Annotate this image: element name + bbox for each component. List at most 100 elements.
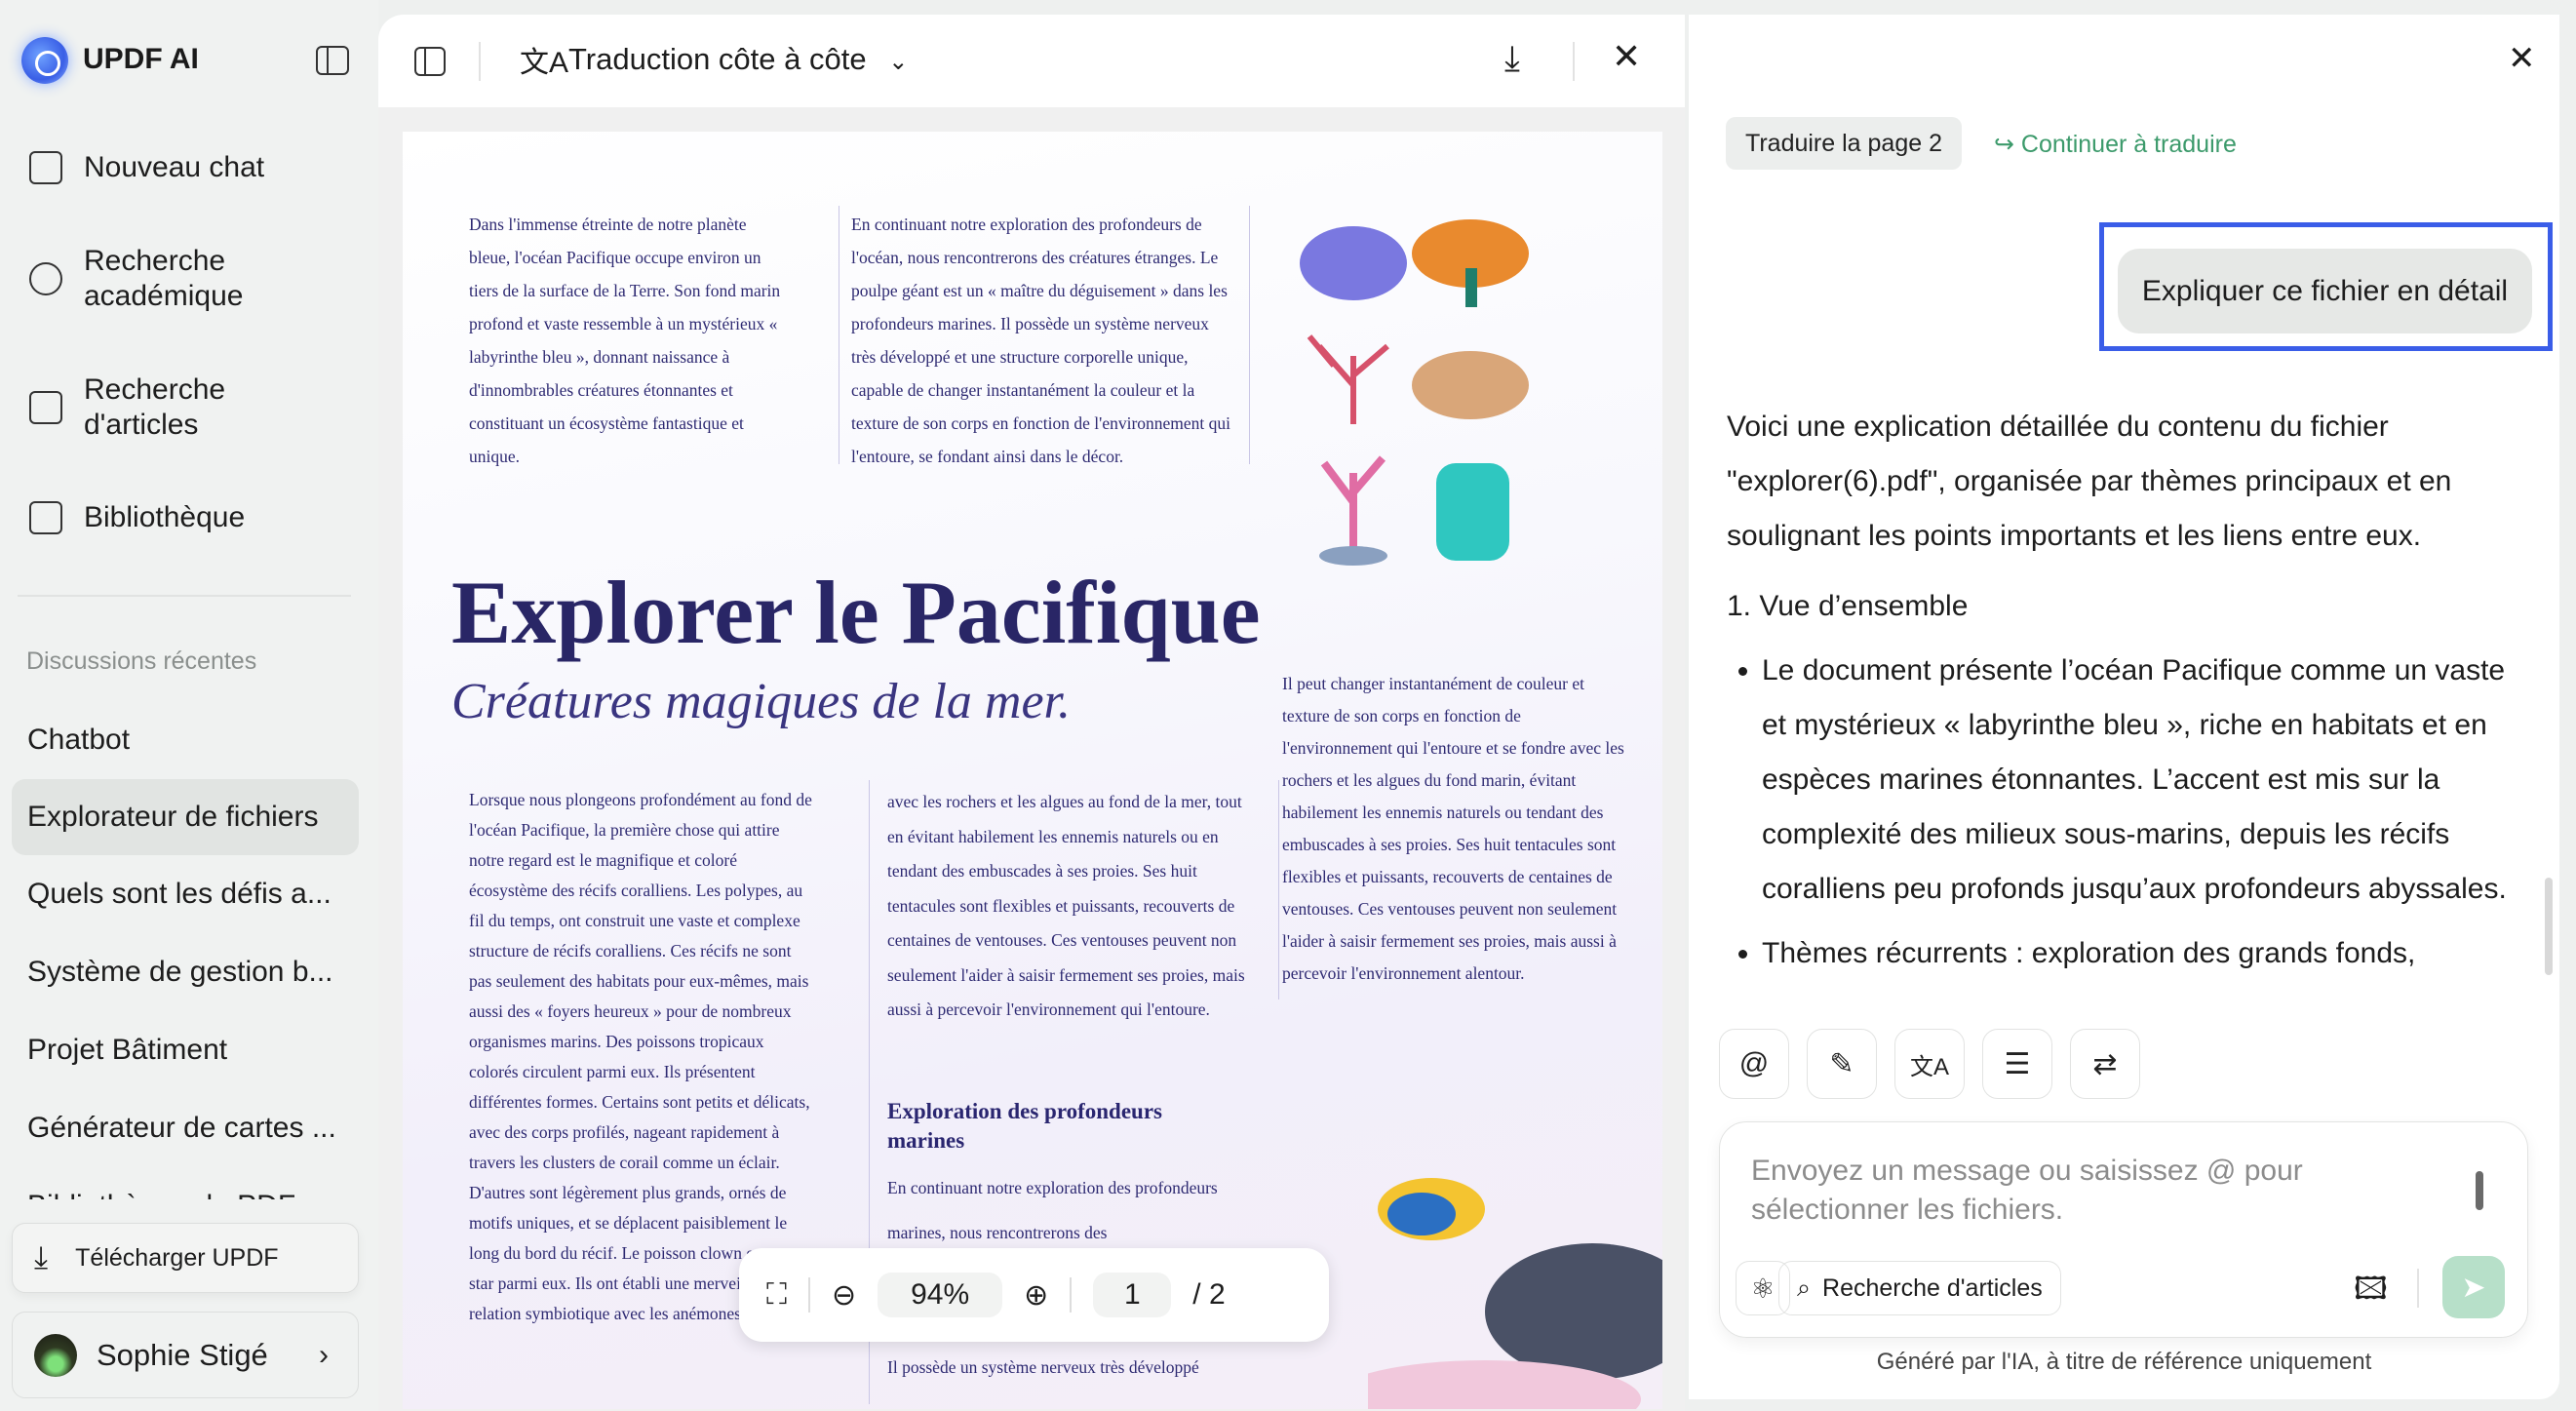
translate-page-button[interactable]: Traduire la page 2 <box>1726 117 1962 170</box>
coral-pink <box>1324 458 1383 551</box>
input-scrollbar[interactable] <box>2476 1152 2483 1230</box>
zoom-level[interactable]: 94% <box>878 1273 1002 1317</box>
send-button[interactable]: ➤ <box>2442 1256 2505 1318</box>
zoom-in-icon[interactable]: ⊕ <box>1024 1278 1048 1313</box>
text-block: Il peut changer instantanément de couleu… <box>1282 668 1633 990</box>
coral-teal <box>1436 463 1509 561</box>
divider <box>2417 1269 2419 1308</box>
download-icon[interactable]: ⤓ <box>1504 38 1520 80</box>
response-bullet: Thèmes récurrents : exploration des gran… <box>1762 926 2526 981</box>
divider <box>479 42 481 81</box>
panel-toggle-icon[interactable] <box>414 47 446 76</box>
sidebar-item-article-search[interactable]: Recherche d'articles <box>29 372 225 443</box>
response-section-heading: 1. Vue d’ensemble <box>1727 579 2526 634</box>
section-heading: Exploration des profondeurs marines <box>887 1097 1219 1156</box>
image-ai-icon[interactable]: 🖾 <box>2354 1267 2388 1319</box>
research-icon <box>29 262 62 295</box>
response-bullet: Le document présente l’océan Pacifique c… <box>1762 644 2526 917</box>
label: Continuer à traduire <box>2021 131 2237 158</box>
document-viewer: 文A Traduction côte à côte ⌄ ⤓ ✕ Dans l'i… <box>378 15 1685 1411</box>
column-divider <box>1278 780 1279 999</box>
download-updf-button[interactable]: ⤓ Télécharger UPDF <box>12 1223 359 1293</box>
sidebar-item-academic-research[interactable]: Recherche académique <box>29 244 243 314</box>
recent-chat-item[interactable]: Quels sont les défis a... <box>12 856 359 932</box>
recent-chat-item[interactable]: Système de gestion b... <box>12 934 359 1010</box>
sidebar-item-library[interactable]: Bibliothèque <box>29 500 245 535</box>
article-research-button[interactable]: ⌕ Recherche d'articles <box>1778 1261 2061 1315</box>
ai-response: Voici une explication détaillée du conte… <box>1727 400 2526 981</box>
article-search-icon: ⌕ <box>1797 1274 1811 1303</box>
sidebar: UPDF AI Nouveau chat Recherche académiqu… <box>0 0 378 1411</box>
response-fade <box>1689 985 2559 1024</box>
column-divider <box>1249 206 1250 464</box>
translate-icon[interactable]: 文A <box>1894 1029 1965 1099</box>
recent-chat-item[interactable]: Chatbot <box>12 702 359 778</box>
recent-chat-item-selected[interactable]: Explorateur de fichiers <box>12 779 359 855</box>
scrollbar[interactable] <box>2545 878 2553 975</box>
coral-red <box>1309 336 1387 424</box>
continue-translate-link[interactable]: ↪ Continuer à traduire <box>1994 124 2237 165</box>
label: Recherche d'articles <box>84 372 225 443</box>
avatar <box>34 1334 77 1377</box>
page-number-input[interactable]: 1 <box>1093 1273 1171 1317</box>
sidebar-item-new-chat[interactable]: Nouveau chat <box>29 150 264 185</box>
updf-logo-icon <box>21 37 68 84</box>
edit-icon <box>29 151 62 184</box>
user-message-bubble: Expliquer ce fichier en détail <box>2118 249 2532 333</box>
message-input-box[interactable]: Envoyez un message ou saisissez @ pour s… <box>1719 1121 2528 1338</box>
convert-icon[interactable]: ⇄ <box>2070 1029 2140 1099</box>
chevron-right-icon: › <box>319 1339 329 1372</box>
user-profile-button[interactable]: Sophie Stigé › <box>12 1312 359 1398</box>
ai-disclaimer: Généré par l'IA, à titre de référence un… <box>1689 1349 2559 1376</box>
zoom-out-icon[interactable]: ⊖ <box>832 1278 856 1313</box>
ai-chat-panel: ✕ Traduire la page 2 ↪ Continuer à tradu… <box>1689 15 2559 1399</box>
doc-title: Explorer le Pacifique <box>451 561 1261 664</box>
response-intro: Voici une explication détaillée du conte… <box>1727 400 2526 564</box>
pdf-page: Dans l'immense étreinte de notre planète… <box>403 132 1662 1409</box>
divider <box>18 595 351 597</box>
label: Bibliothèque <box>84 500 245 535</box>
article-search-icon <box>29 391 62 424</box>
text-block: En continuant notre exploration des prof… <box>887 1165 1248 1255</box>
brand-name: UPDF AI <box>83 43 199 76</box>
collapse-sidebar-icon[interactable] <box>316 46 349 75</box>
message-input-placeholder[interactable]: Envoyez un message ou saisissez @ pour s… <box>1751 1152 2375 1230</box>
translation-mode-select[interactable]: Traduction côte à côte ⌄ <box>568 42 908 77</box>
user-name: Sophie Stigé <box>97 1338 268 1373</box>
coral-purple <box>1300 226 1407 300</box>
close-icon[interactable]: ✕ <box>1612 36 1641 77</box>
doc-toolbar: 文A Traduction côte à côte ⌄ ⤓ ✕ <box>378 15 1685 107</box>
text-block: avec les rochers et les algues au fond d… <box>887 785 1248 1028</box>
divider <box>1573 42 1575 81</box>
recent-chat-item[interactable]: Projet Bâtiment <box>12 1012 359 1088</box>
divider <box>1070 1277 1072 1313</box>
library-icon <box>29 501 62 534</box>
fish-illustrations <box>1368 1156 1662 1409</box>
label: Nouveau chat <box>84 150 264 185</box>
divider <box>808 1277 810 1313</box>
label: Recherche académique <box>84 244 243 314</box>
download-icon: ⤓ <box>34 1239 48 1276</box>
page-total: / 2 <box>1192 1278 1225 1312</box>
doc-subtitle: Créatures magiques de la mer. <box>451 673 1071 730</box>
text-block: Il possède un système nerveux très dével… <box>887 1351 1248 1384</box>
translate-icon: 文A <box>520 38 568 81</box>
coral-illustrations <box>1290 210 1612 619</box>
mention-button[interactable]: @ <box>1719 1029 1789 1099</box>
fit-page-icon[interactable]: ⛶ <box>766 1278 787 1312</box>
label: Recherche d'articles <box>1822 1274 2043 1303</box>
label: Télécharger UPDF <box>75 1244 278 1273</box>
text-block: En continuant notre exploration des prof… <box>851 208 1236 473</box>
recent-chat-item[interactable]: Bibliothèque de PDF <box>12 1168 359 1199</box>
mindmap-icon[interactable]: ☰ <box>1982 1029 2052 1099</box>
label: Traduction côte à côte <box>568 42 867 76</box>
close-icon[interactable]: ✕ <box>2508 39 2536 78</box>
recent-chat-item[interactable]: Générateur de cartes ... <box>12 1090 359 1166</box>
summarize-icon[interactable]: ✎ <box>1807 1029 1877 1099</box>
zoom-toolbar: ⛶ ⊖ 94% ⊕ 1 / 2 <box>739 1248 1329 1342</box>
coral-brown <box>1412 351 1529 419</box>
redirect-arrow-icon: ↪ <box>1994 131 2021 158</box>
text-block: Dans l'immense étreinte de notre planète… <box>469 208 791 473</box>
pufferfish <box>1485 1243 1662 1380</box>
chevron-down-icon: ⌄ <box>888 49 908 75</box>
